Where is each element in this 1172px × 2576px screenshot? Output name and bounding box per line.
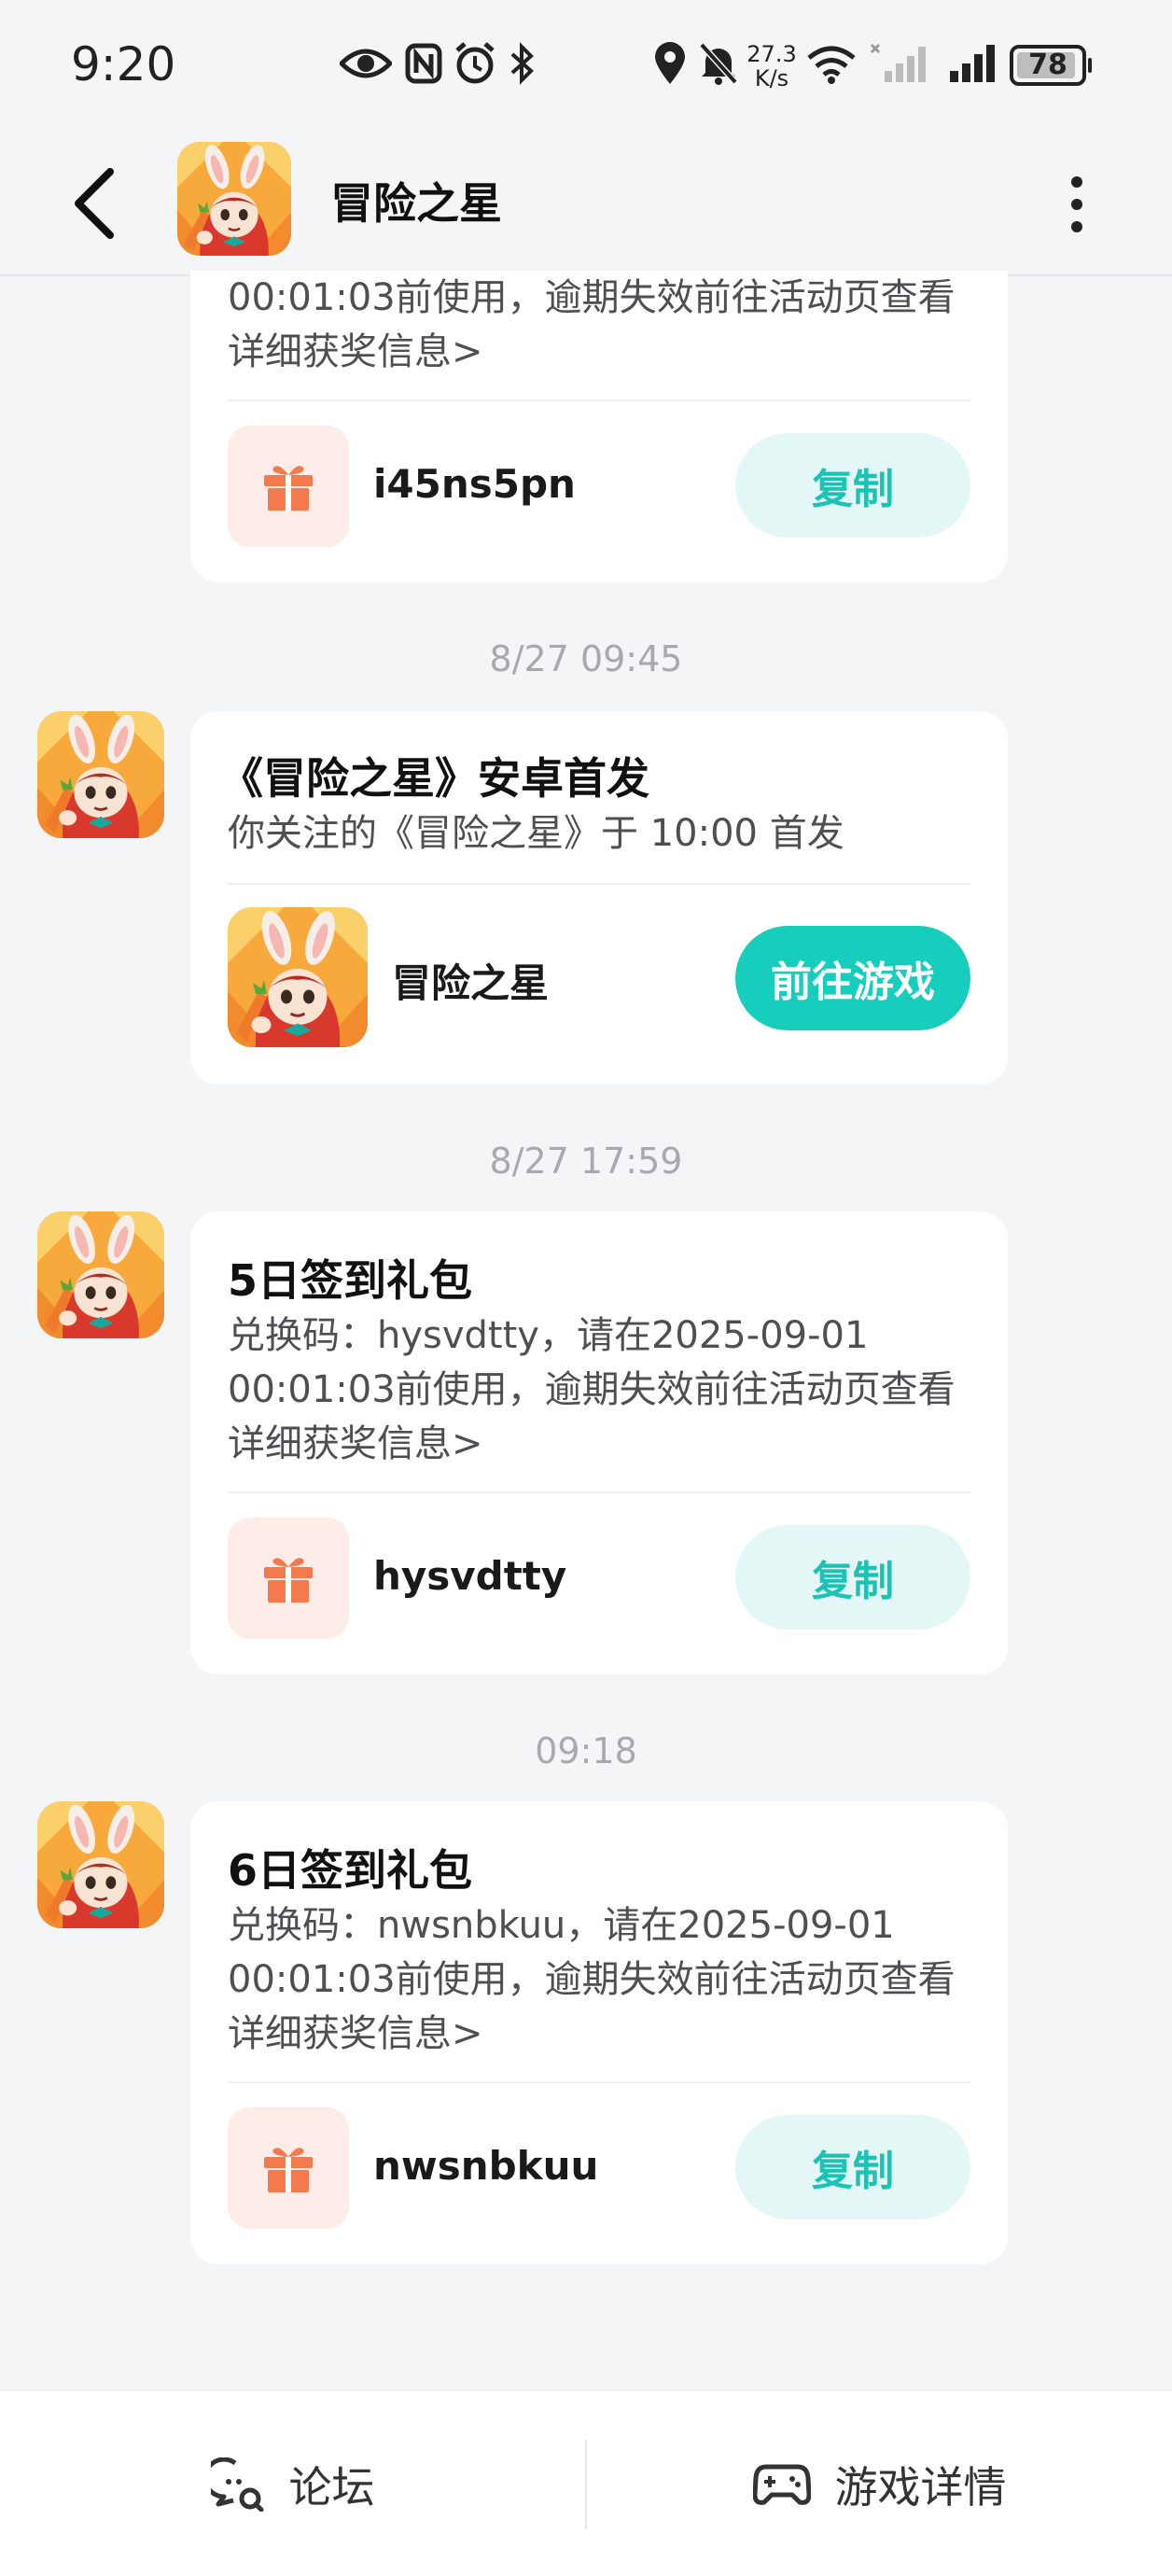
sender-avatar-image <box>37 1801 164 1928</box>
card-divider <box>228 2081 970 2083</box>
message-title: 《冒险之星》安卓首发 <box>220 753 649 804</box>
gift-icon-box <box>228 2107 349 2229</box>
sender-avatar[interactable] <box>37 1211 164 1338</box>
game-avatar[interactable] <box>177 142 291 256</box>
card-divider <box>228 1491 970 1493</box>
message-card-gift: 00:01:03前使用，逾期失效前往活动页查看详细获奖信息> i45ns5pn … <box>190 271 1008 582</box>
net-speed-unit: K/s <box>754 65 789 91</box>
message-desc: 兑换码：hysvdtty，请在2025-09-01 00:01:03前使用，逾期… <box>228 1314 956 1465</box>
bottom-bar: 论坛 游戏详情 <box>0 2389 1172 2576</box>
battery-icon: 78 <box>1010 45 1092 86</box>
redeem-code: hysvdtty <box>373 1553 567 1599</box>
wifi-icon <box>807 46 856 84</box>
more-vertical-icon <box>1071 176 1082 188</box>
status-bar: 9:20 27.3 K/s 78 <box>0 0 1172 131</box>
tab-game-details-label: 游戏详情 <box>834 2462 1007 2513</box>
nfc-icon <box>405 43 442 84</box>
game-avatar-image <box>177 142 291 256</box>
gift-icon-box <box>228 1518 349 1639</box>
message-card-gift: 6日签到礼包 兑换码：nwsnbkuu，请在2025-09-01 00:01:0… <box>190 1801 1008 2264</box>
sender-avatar[interactable] <box>37 711 164 838</box>
sender-avatar[interactable] <box>37 1801 164 1928</box>
card-divider <box>228 883 970 885</box>
screen: 9:20 27.3 K/s 78 冒险之星 00:01:03前使用，逾期失效前往… <box>0 0 1172 2576</box>
mute-icon <box>699 42 738 85</box>
game-name: 冒险之星 <box>392 960 550 1006</box>
message-title: 6日签到礼包 <box>228 1845 473 1896</box>
message-desc: 兑换码：nwsnbkuu，请在2025-09-01 00:01:03前使用，逾期… <box>228 1904 956 2055</box>
gift-icon-box <box>228 426 349 547</box>
game-icon-image <box>228 907 368 1047</box>
battery-level: 78 <box>1028 49 1067 81</box>
sender-avatar-image <box>37 1211 164 1338</box>
copy-button[interactable]: 复制 <box>735 433 970 538</box>
message-timestamp: 8/27 09:45 <box>489 638 683 679</box>
chevron-left-icon <box>75 168 114 239</box>
page-title: 冒险之星 <box>330 178 502 229</box>
message-timestamp: 09:18 <box>535 1730 637 1771</box>
app-header: 冒险之星 <box>0 131 1172 276</box>
message-card-gift: 5日签到礼包 兑换码：hysvdtty，请在2025-09-01 00:01:0… <box>190 1211 1008 1674</box>
alarm-icon <box>455 42 495 84</box>
signal-icon <box>950 45 995 82</box>
message-desc: 00:01:03前使用，逾期失效前往活动页查看详细获奖信息> <box>228 276 956 373</box>
eye-icon <box>340 49 392 78</box>
card-divider <box>228 399 970 401</box>
gamepad-icon <box>752 2464 811 2505</box>
redeem-code: nwsnbkuu <box>373 2143 599 2189</box>
status-time: 9:20 <box>71 37 176 91</box>
gift-icon <box>264 466 313 511</box>
net-speed-value: 27.3 <box>746 41 797 67</box>
tab-game-details[interactable]: 游戏详情 <box>587 2391 1172 2576</box>
location-icon <box>655 42 685 84</box>
copy-button[interactable]: 复制 <box>735 1525 970 1630</box>
tab-forum[interactable]: 论坛 <box>0 2391 585 2576</box>
forum-icon <box>210 2457 263 2512</box>
more-button[interactable] <box>1049 164 1105 245</box>
message-timestamp: 8/27 17:59 <box>489 1141 683 1182</box>
sender-avatar-image <box>37 711 164 838</box>
copy-button[interactable]: 复制 <box>735 2115 970 2219</box>
tab-forum-label: 论坛 <box>288 2462 375 2513</box>
game-icon[interactable] <box>228 907 368 1047</box>
message-card-launch: 《冒险之星》安卓首发 你关注的《冒险之星》于 10:00 首发 冒险之星 前往游… <box>190 711 1008 1085</box>
message-title: 5日签到礼包 <box>228 1255 473 1306</box>
signal-x-icon <box>870 43 926 82</box>
gift-icon <box>264 1558 313 1603</box>
redeem-code: i45ns5pn <box>373 461 576 507</box>
goto-game-button[interactable]: 前往游戏 <box>735 926 970 1030</box>
bluetooth-icon <box>510 42 534 85</box>
back-button[interactable] <box>62 166 127 241</box>
message-desc: 你关注的《冒险之星》于 10:00 首发 <box>228 812 844 855</box>
gift-icon <box>264 2148 313 2192</box>
